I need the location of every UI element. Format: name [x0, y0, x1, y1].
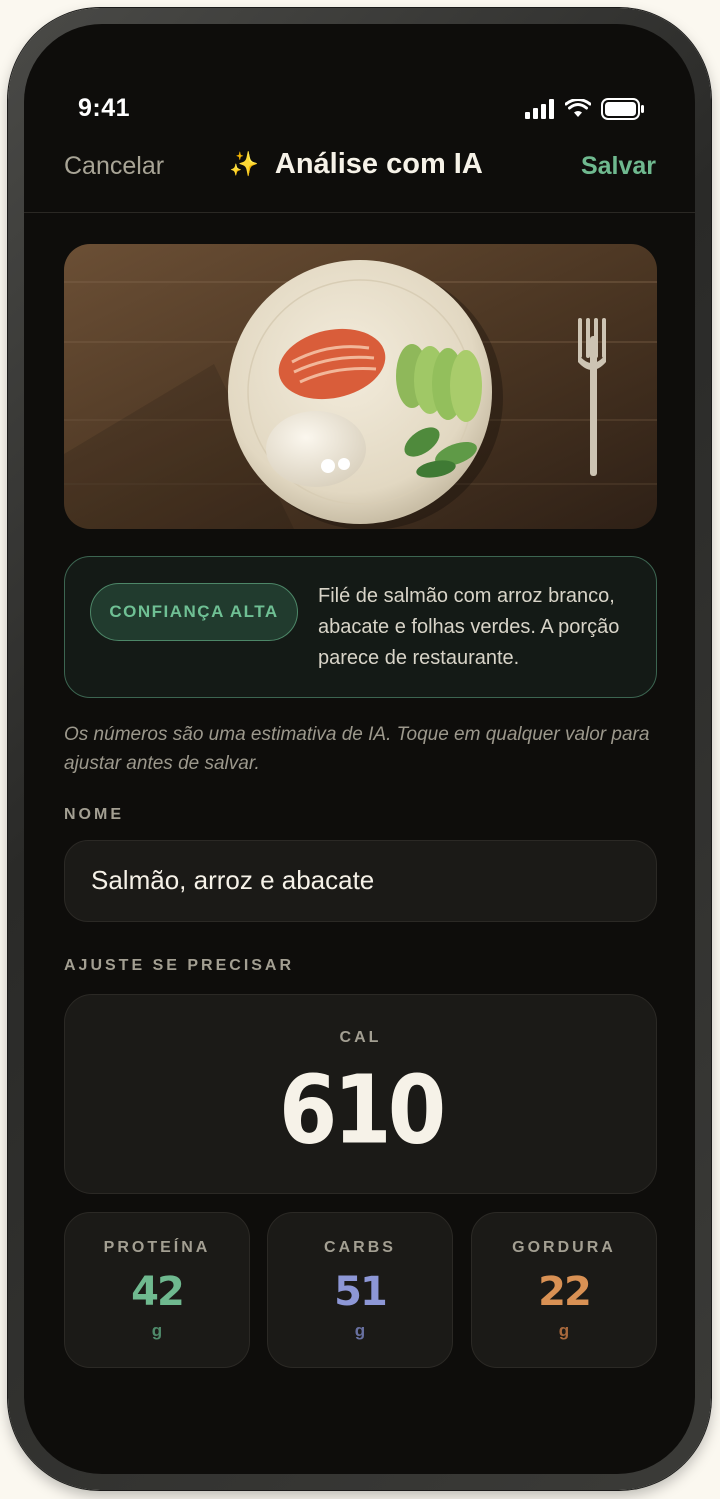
status-time: 9:41 [78, 94, 131, 122]
analysis-description: Filé de salmão com arroz branco, abacate… [318, 585, 620, 669]
save-button[interactable]: Salvar [581, 152, 656, 181]
meal-photo [64, 244, 657, 529]
phone-frame: 9:41 Cancelar ✨ Análise com IA Salvar CO… [8, 8, 711, 1490]
protein-unit: g [151, 1321, 163, 1340]
header-divider [24, 212, 695, 213]
fat-label: GORDURA [512, 1239, 616, 1256]
confidence-badge: CONFIANÇA ALTA [90, 583, 298, 641]
carbs-card[interactable]: CARBS 51 g [267, 1212, 453, 1368]
adjust-label: AJUSTE SE PRECISAR [64, 957, 295, 974]
sparkles-icon: ✨ [229, 151, 259, 178]
analysis-card: CONFIANÇA ALTA Filé de salmão com arroz … [64, 556, 657, 698]
calories-card[interactable]: CAL 610 [64, 994, 657, 1194]
name-label: NOME [64, 806, 124, 823]
navigation-bar: Cancelar ✨ Análise com IA Salvar [24, 142, 695, 212]
wifi-icon [565, 99, 591, 117]
screen: 9:41 Cancelar ✨ Análise com IA Salvar CO… [24, 24, 695, 1474]
cancel-button[interactable]: Cancelar [64, 152, 164, 181]
status-icons [525, 98, 645, 120]
protein-card[interactable]: PROTEÍNA 42 g [64, 1212, 250, 1368]
cellular-signal-icon [525, 99, 554, 119]
carbs-unit: g [354, 1321, 366, 1340]
protein-label: PROTEÍNA [103, 1239, 211, 1256]
battery-icon [601, 98, 644, 120]
meal-name-value[interactable]: Salmão, arroz e abacate [91, 865, 374, 896]
title-group: ✨ Análise com IA [229, 148, 483, 181]
meal-name-field[interactable]: Salmão, arroz e abacate [64, 840, 657, 922]
fat-card[interactable]: GORDURA 22 g [471, 1212, 657, 1368]
carbs-value[interactable]: 51 [268, 1269, 452, 1315]
protein-value[interactable]: 42 [65, 1269, 249, 1315]
page-title: Análise com IA [274, 148, 483, 180]
status-bar: 9:41 [24, 24, 695, 144]
fat-value[interactable]: 22 [472, 1269, 656, 1315]
calories-label: CAL [339, 1029, 382, 1046]
ai-disclaimer: Os números são uma estimativa de IA. Toq… [64, 724, 650, 774]
fat-unit: g [558, 1321, 570, 1340]
calories-value[interactable]: 610 [65, 1055, 656, 1165]
carbs-label: CARBS [324, 1239, 396, 1256]
